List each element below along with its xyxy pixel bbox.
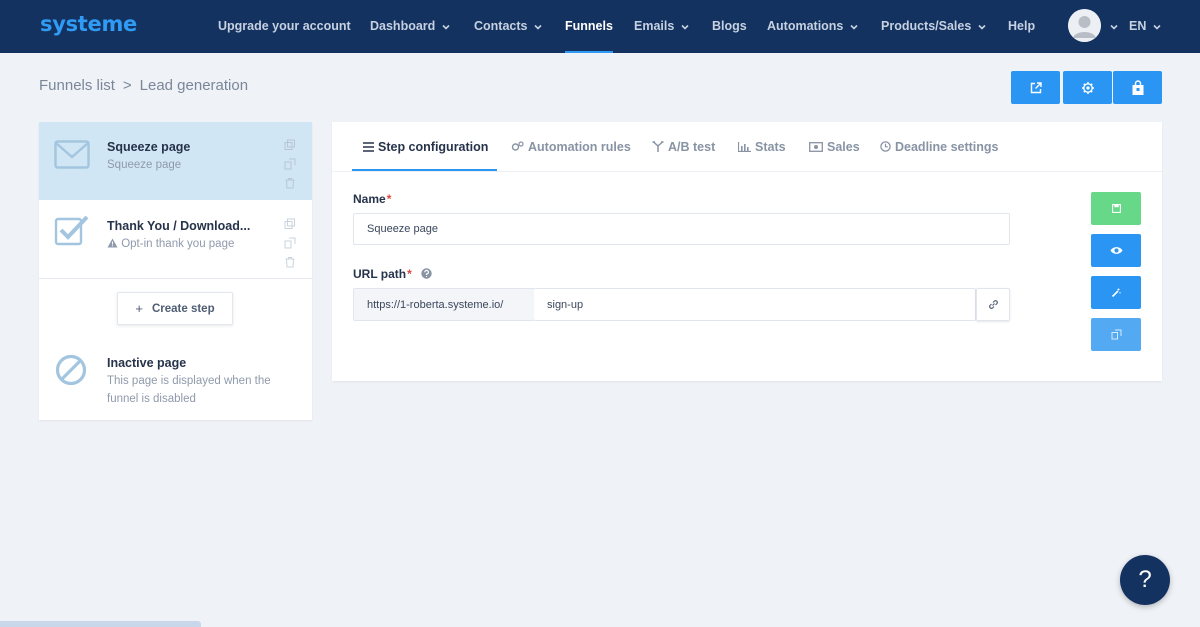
step-title: Squeeze page	[107, 140, 191, 154]
step-subtitle: Opt-in thank you page	[107, 238, 234, 250]
nav-funnels[interactable]: Funnels	[565, 0, 613, 53]
tab-step-configuration[interactable]: Step configuration	[363, 122, 488, 170]
inactive-page-step[interactable]: Inactive page This page is displayed whe…	[39, 342, 312, 420]
preview-step-button[interactable]	[1091, 234, 1141, 267]
name-input[interactable]: Squeeze page	[353, 213, 1010, 245]
eye-icon	[1110, 247, 1122, 254]
checkbox-icon	[54, 215, 92, 251]
ban-icon	[55, 354, 93, 390]
link-icon	[988, 300, 998, 309]
url-path-input[interactable]: sign-up	[534, 288, 976, 321]
funnel-steps-panel: Squeeze page Squeeze page Thank You / Do…	[39, 122, 312, 420]
divider	[39, 278, 312, 279]
bar-chart-icon	[737, 123, 751, 173]
shopping-bag-icon	[1132, 79, 1143, 95]
step-title: Thank You / Download...	[107, 219, 251, 233]
breadcrumb-funnels-list[interactable]: Funnels list	[39, 77, 115, 94]
language-selector[interactable]: EN	[1129, 0, 1161, 53]
user-silhouette-icon	[1068, 9, 1101, 42]
nav-upgrade-account[interactable]: Upgrade your account	[218, 0, 351, 53]
nav-help[interactable]: Help	[1008, 0, 1035, 53]
open-funnel-button[interactable]	[1011, 71, 1060, 104]
duplicate-step-button[interactable]	[1091, 318, 1141, 351]
nav-blogs[interactable]: Blogs	[712, 0, 747, 53]
copy-step-icon[interactable]	[284, 138, 296, 150]
tab-deadline-settings[interactable]: Deadline settings	[880, 122, 999, 170]
systeme-logo[interactable]: systeme	[40, 12, 137, 36]
nav-contacts[interactable]: Contacts	[474, 0, 543, 53]
chevron-down-icon	[1153, 0, 1161, 53]
warning-icon	[107, 238, 118, 248]
copy-step-icon[interactable]	[284, 217, 296, 229]
breadcrumb-current: Lead generation	[139, 77, 249, 94]
active-tab-indicator	[352, 169, 497, 171]
chevron-down-icon	[1110, 0, 1118, 53]
tab-ab-test[interactable]: A/B test	[652, 122, 715, 170]
url-prefix: https://1-roberta.systeme.io/	[353, 288, 535, 321]
save-step-button[interactable]	[1091, 192, 1141, 225]
user-avatar[interactable]	[1068, 9, 1101, 42]
external-link-icon	[1030, 81, 1042, 93]
nav-emails[interactable]: Emails	[634, 0, 689, 53]
url-path-label: URL path*	[353, 267, 432, 282]
save-icon	[1111, 204, 1121, 213]
gears-icon	[511, 123, 524, 173]
clock-icon	[880, 123, 891, 173]
edit-page-button[interactable]	[1091, 276, 1141, 309]
split-icon	[652, 123, 664, 173]
duplicate-icon	[1111, 329, 1121, 340]
breadcrumb: Funnels list > Lead generation	[39, 77, 248, 94]
envelope-icon	[54, 140, 92, 176]
chevron-down-icon	[534, 0, 543, 53]
plus-icon: +	[135, 301, 143, 316]
funnel-step-thank-you[interactable]: Thank You / Download... Opt-in thank you…	[39, 201, 312, 279]
name-label: Name*	[353, 192, 392, 206]
copy-link-button[interactable]	[976, 288, 1010, 321]
top-navbar: systeme Upgrade your account Dashboard C…	[0, 0, 1200, 53]
delete-step-icon[interactable]	[284, 176, 296, 189]
inactive-page-description-1: This page is displayed when the	[107, 375, 271, 387]
delete-step-icon[interactable]	[284, 255, 296, 268]
chevron-down-icon	[850, 0, 858, 53]
nav-dashboard[interactable]: Dashboard	[370, 0, 450, 53]
create-step-button[interactable]: + Create step	[117, 292, 233, 325]
list-icon	[363, 123, 374, 173]
inactive-page-title: Inactive page	[107, 356, 187, 370]
funnel-shop-button[interactable]	[1113, 71, 1162, 104]
tab-sales[interactable]: Sales	[809, 122, 860, 170]
help-chat-button[interactable]: ?	[1120, 555, 1170, 605]
browser-status-bar	[0, 621, 201, 627]
chevron-down-icon	[978, 0, 986, 53]
magic-wand-icon	[1111, 288, 1121, 297]
tab-stats[interactable]: Stats	[737, 122, 786, 173]
step-subtitle: Squeeze page	[107, 159, 182, 171]
nav-automations[interactable]: Automations	[767, 0, 858, 53]
funnel-step-squeeze-page[interactable]: Squeeze page Squeeze page	[39, 122, 312, 200]
step-config-panel: Step configuration Automation rules A/B …	[332, 122, 1162, 381]
nav-products-sales[interactable]: Products/Sales	[881, 0, 986, 53]
funnel-settings-button[interactable]	[1063, 71, 1112, 104]
chevron-down-icon	[681, 0, 689, 53]
avatar-dropdown-toggle[interactable]	[1110, 0, 1118, 53]
gear-icon	[1081, 81, 1094, 94]
step-tabs: Step configuration Automation rules A/B …	[332, 122, 1162, 172]
inactive-page-description-2: funnel is disabled	[107, 393, 196, 405]
money-icon	[809, 123, 823, 173]
clone-step-icon[interactable]	[284, 236, 296, 249]
breadcrumb-separator: >	[122, 77, 132, 94]
help-circle-icon[interactable]	[421, 268, 432, 282]
chevron-down-icon	[442, 0, 450, 53]
clone-step-icon[interactable]	[284, 157, 296, 170]
tab-automation-rules[interactable]: Automation rules	[511, 122, 631, 170]
